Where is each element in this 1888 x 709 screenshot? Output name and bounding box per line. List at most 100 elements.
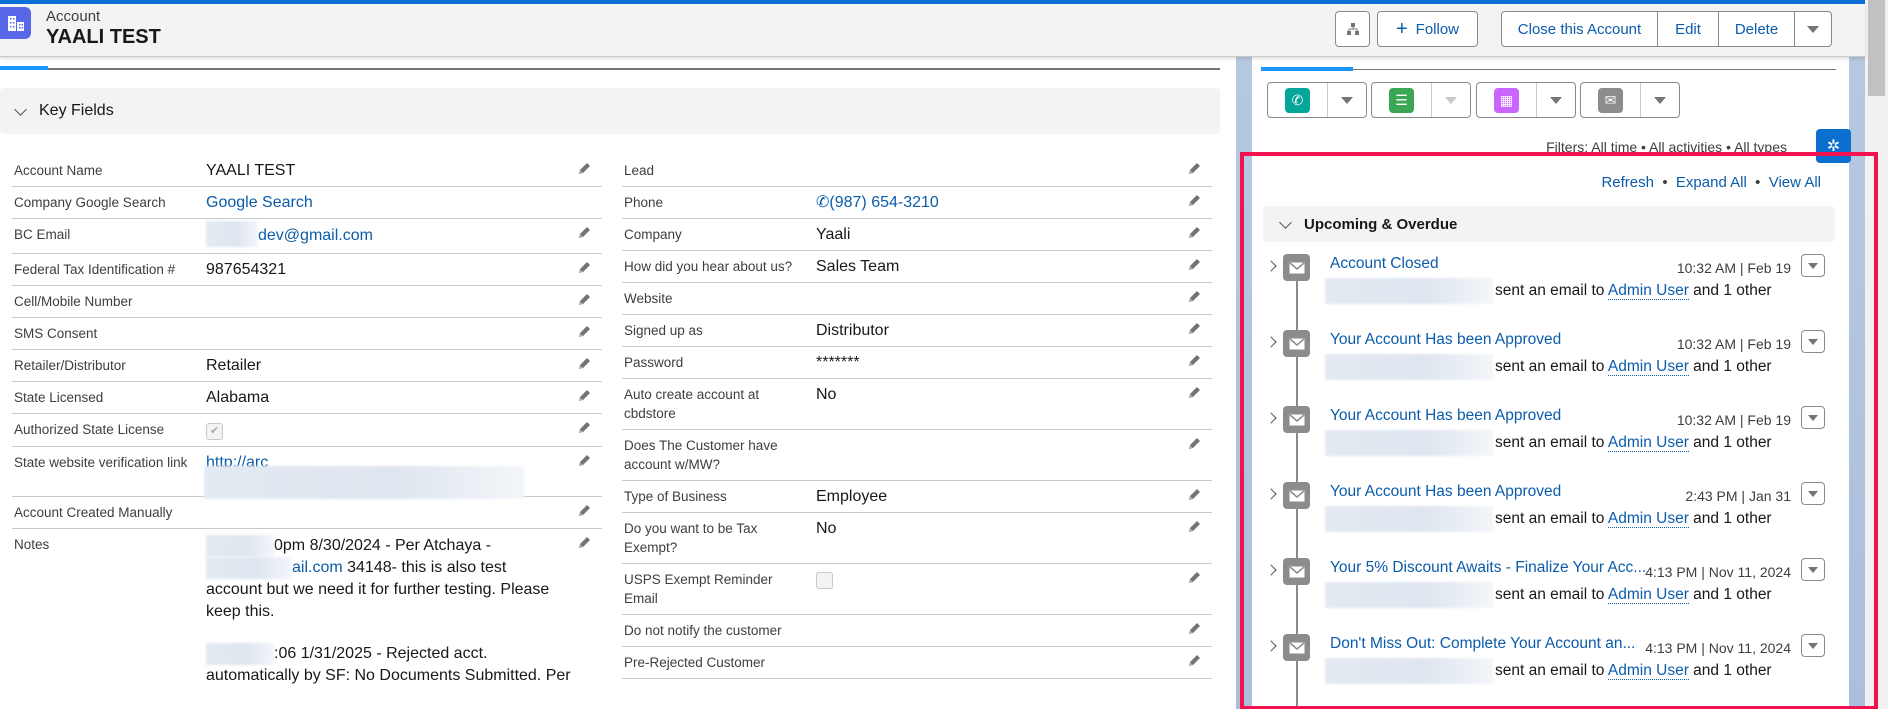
activity-title-link[interactable]: Don't Miss Out: Complete Your Account an… <box>1330 635 1635 653</box>
edit-pencil-icon[interactable] <box>576 260 592 276</box>
plus-icon: + <box>1395 17 1408 40</box>
edit-pencil-icon[interactable] <box>1186 653 1202 669</box>
edit-pencil-icon[interactable] <box>1186 621 1202 637</box>
edit-pencil-icon[interactable] <box>1186 225 1202 241</box>
notes-line: 0pm 8/30/2024 - Per Atchaya - <box>274 537 492 555</box>
edit-pencil-icon[interactable] <box>1186 519 1202 535</box>
activity-title-link[interactable]: Your 5% Discount Awaits - Finalize Your … <box>1330 559 1646 577</box>
activity-menu-button[interactable] <box>1801 254 1825 277</box>
edit-pencil-icon[interactable] <box>576 388 592 404</box>
more-actions-button[interactable] <box>1795 12 1831 46</box>
activity-menu-button[interactable] <box>1801 558 1825 581</box>
email-link[interactable]: dev@gmail.com <box>258 227 373 244</box>
active-tab-indicator[interactable] <box>1261 67 1353 71</box>
field-value <box>816 570 1212 608</box>
notes-email-link[interactable]: ail.com <box>292 559 343 576</box>
recipient-link[interactable]: Admin User <box>1607 434 1689 453</box>
google-search-link[interactable]: Google Search <box>206 193 602 212</box>
recipient-link[interactable]: Admin User <box>1607 510 1689 529</box>
edit-pencil-icon[interactable] <box>1186 321 1202 337</box>
edit-pencil-icon[interactable] <box>576 161 592 177</box>
page-scrollbar[interactable] <box>1865 0 1888 709</box>
sent-text: sent an email to <box>1495 662 1605 680</box>
edit-pencil-icon[interactable] <box>576 453 592 469</box>
new-task-dropdown[interactable] <box>1432 83 1470 117</box>
expand-all-link[interactable]: Expand All <box>1676 174 1747 191</box>
filter-settings-button[interactable]: ✲ <box>1816 129 1851 163</box>
activity-menu-button[interactable] <box>1801 482 1825 505</box>
chevron-right-icon[interactable] <box>1265 412 1277 424</box>
edit-pencil-icon[interactable] <box>576 503 592 519</box>
log-call-dropdown[interactable] <box>1328 83 1366 117</box>
follow-button[interactable]: + Follow <box>1377 11 1478 47</box>
edit-pencil-icon[interactable] <box>576 225 592 241</box>
edit-pencil-icon[interactable] <box>1186 487 1202 503</box>
activity-title-link[interactable]: Your Account Has been Approved <box>1330 407 1561 425</box>
chevron-down-icon <box>1341 96 1353 104</box>
field-value: ✔ <box>206 420 602 440</box>
sent-text: sent an email to <box>1495 282 1605 300</box>
email-icon <box>1283 558 1310 585</box>
chevron-right-icon[interactable] <box>1265 488 1277 500</box>
edit-pencil-icon[interactable] <box>576 420 592 436</box>
activity-title-link[interactable]: Your Account Has been Approved <box>1330 483 1561 501</box>
field-row-does-the-customer-have-account-w-mw: Does The Customer have account w/MW? <box>622 430 1212 481</box>
field-value <box>206 503 602 522</box>
field-row-state-website-verification-link: State website verification link http://ar… <box>12 447 602 499</box>
redacted-block <box>1325 582 1493 608</box>
activity-menu-button[interactable] <box>1801 406 1825 429</box>
new-task-action[interactable]: ☰ <box>1371 82 1471 118</box>
edit-pencil-icon[interactable] <box>1186 385 1202 401</box>
recipient-link[interactable]: Admin User <box>1607 662 1689 681</box>
edit-pencil-icon[interactable] <box>576 324 592 340</box>
email-action[interactable]: ✉ <box>1580 82 1680 118</box>
activity-title-link[interactable]: Account Closed <box>1330 255 1439 273</box>
field-value: YAALI TEST <box>206 162 296 179</box>
activity-menu-button[interactable] <box>1801 634 1825 657</box>
key-fields-section-header[interactable]: Key Fields <box>0 88 1220 134</box>
field-label: Phone <box>624 195 664 210</box>
edit-pencil-icon[interactable] <box>1186 570 1202 586</box>
view-all-link[interactable]: View All <box>1769 174 1821 191</box>
edit-pencil-icon[interactable] <box>576 292 592 308</box>
scrollbar-thumb[interactable] <box>1868 0 1885 96</box>
chevron-right-icon[interactable] <box>1265 260 1277 272</box>
close-account-button[interactable]: Close this Account <box>1502 12 1658 46</box>
new-event-dropdown[interactable] <box>1537 83 1575 117</box>
delete-button[interactable]: Delete <box>1719 12 1795 46</box>
recipient-link[interactable]: Admin User <box>1607 586 1689 605</box>
recipient-link[interactable]: Admin User <box>1607 358 1689 377</box>
field-label: Do not notify the customer <box>624 623 782 638</box>
activity-title-link[interactable]: Your Account Has been Approved <box>1330 331 1561 349</box>
edit-pencil-icon[interactable] <box>1186 257 1202 273</box>
recipient-link[interactable]: Admin User <box>1607 282 1689 301</box>
edit-pencil-icon[interactable] <box>1186 436 1202 452</box>
edit-pencil-icon[interactable] <box>576 535 592 551</box>
edit-pencil-icon[interactable] <box>576 356 592 372</box>
edit-pencil-icon[interactable] <box>1186 193 1202 209</box>
new-event-action[interactable]: ▦ <box>1476 82 1576 118</box>
field-label: State Licensed <box>14 390 104 405</box>
edit-pencil-icon[interactable] <box>1186 289 1202 305</box>
hierarchy-button[interactable] <box>1335 11 1370 47</box>
email-dropdown[interactable] <box>1641 83 1679 117</box>
activity-item: Your Account Has been Approved 10:32 AM |… <box>1263 330 1835 400</box>
chevron-right-icon[interactable] <box>1265 564 1277 576</box>
phone-link[interactable]: (987) 654-3210 <box>829 194 938 211</box>
redacted-block <box>206 535 274 557</box>
log-call-action[interactable]: ✆ <box>1267 82 1367 118</box>
edit-pencil-icon[interactable] <box>1186 161 1202 177</box>
chevron-right-icon[interactable] <box>1265 336 1277 348</box>
field-row-sms-consent: SMS Consent <box>12 318 602 350</box>
active-tab-indicator[interactable] <box>0 66 48 70</box>
chevron-right-icon[interactable] <box>1265 640 1277 652</box>
activity-menu-button[interactable] <box>1801 330 1825 353</box>
upcoming-overdue-header[interactable]: Upcoming & Overdue <box>1263 206 1835 242</box>
edit-button[interactable]: Edit <box>1658 12 1719 46</box>
sent-text: sent an email to <box>1495 510 1605 528</box>
refresh-link[interactable]: Refresh <box>1601 174 1654 191</box>
field-row-signed-up-as: Signed up as Distributor <box>622 315 1212 347</box>
edit-pencil-icon[interactable] <box>1186 353 1202 369</box>
activity-timestamp: 10:32 AM | Feb 19 <box>1676 412 1791 428</box>
notes-line: automatically by SF: No Documents Submit… <box>206 667 571 684</box>
